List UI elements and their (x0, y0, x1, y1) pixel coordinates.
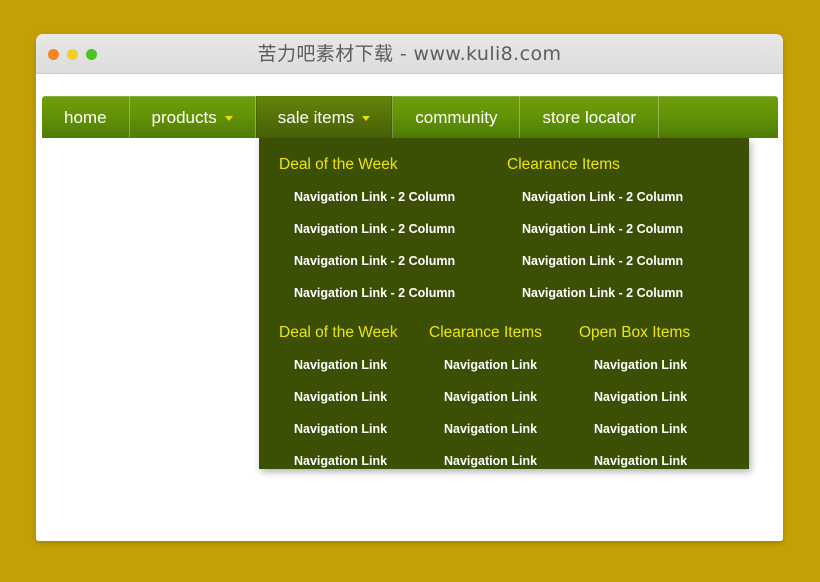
dropdown-link[interactable]: Navigation Link (594, 390, 709, 404)
dropdown-link[interactable]: Navigation Link (294, 422, 409, 436)
chevron-down-icon (224, 115, 233, 121)
nav-item-sale-items[interactable]: sale items (255, 96, 394, 138)
dropdown-three-column-section: Deal of the Week Navigation Link Navigat… (259, 324, 749, 468)
nav-item-products[interactable]: products (130, 96, 256, 138)
main-navigation: home products sale items community store… (42, 96, 778, 138)
dropdown-link[interactable]: Navigation Link - 2 Column (522, 190, 715, 204)
nav-item-label: home (64, 107, 107, 127)
nav-item-store-locator[interactable]: store locator (520, 96, 659, 138)
browser-window: 苦力吧素材下载 - www.kuli8.com home products sa… (36, 34, 783, 541)
dropdown-column: Open Box Items Navigation Link Navigatio… (559, 324, 709, 468)
window-title: 苦力吧素材下载 - www.kuli8.com (257, 43, 562, 65)
dropdown-link[interactable]: Navigation Link (444, 390, 559, 404)
sale-items-mega-dropdown: Deal of the Week Navigation Link - 2 Col… (259, 138, 749, 469)
dropdown-column-heading: Clearance Items (429, 324, 542, 341)
dropdown-column: Clearance Items Navigation Link Navigati… (409, 324, 559, 468)
dropdown-link[interactable]: Navigation Link (444, 454, 559, 468)
nav-item-community[interactable]: community (393, 96, 521, 138)
nav-item-label: community (415, 107, 498, 127)
dropdown-link[interactable]: Navigation Link (594, 422, 709, 436)
dropdown-column-heading: Clearance Items (507, 156, 620, 173)
dropdown-link[interactable]: Navigation Link (294, 358, 409, 372)
dropdown-link[interactable]: Navigation Link (594, 454, 709, 468)
dropdown-column: Clearance Items Navigation Link - 2 Colu… (487, 156, 715, 300)
dropdown-link[interactable]: Navigation Link - 2 Column (294, 254, 487, 268)
dropdown-link[interactable]: Navigation Link - 2 Column (522, 222, 715, 236)
dropdown-two-column-section: Deal of the Week Navigation Link - 2 Col… (259, 156, 749, 300)
dropdown-link[interactable]: Navigation Link (444, 422, 559, 436)
nav-item-label: sale items (277, 107, 355, 127)
page-content: home products sale items community store… (36, 74, 783, 541)
dropdown-link[interactable]: Navigation Link - 2 Column (294, 286, 487, 300)
dropdown-link[interactable]: Navigation Link (594, 358, 709, 372)
nav-item-label: store locator (542, 107, 636, 127)
dropdown-column-heading: Open Box Items (579, 324, 691, 341)
dropdown-column: Deal of the Week Navigation Link Navigat… (259, 324, 409, 468)
dropdown-link[interactable]: Navigation Link - 2 Column (522, 254, 715, 268)
dropdown-column-heading: Deal of the Week (279, 156, 398, 173)
chevron-down-icon (362, 115, 371, 121)
dropdown-column-heading: Deal of the Week (279, 324, 398, 341)
dropdown-column: Deal of the Week Navigation Link - 2 Col… (259, 156, 487, 300)
dropdown-link[interactable]: Navigation Link (294, 454, 409, 468)
nav-item-label: products (151, 107, 217, 127)
dropdown-link[interactable]: Navigation Link - 2 Column (294, 222, 487, 236)
dropdown-link[interactable]: Navigation Link (444, 358, 559, 372)
window-titlebar: 苦力吧素材下载 - www.kuli8.com (36, 34, 783, 74)
dropdown-link[interactable]: Navigation Link (294, 390, 409, 404)
dropdown-link[interactable]: Navigation Link - 2 Column (294, 190, 487, 204)
nav-item-home[interactable]: home (42, 96, 130, 138)
dropdown-link[interactable]: Navigation Link - 2 Column (522, 286, 715, 300)
